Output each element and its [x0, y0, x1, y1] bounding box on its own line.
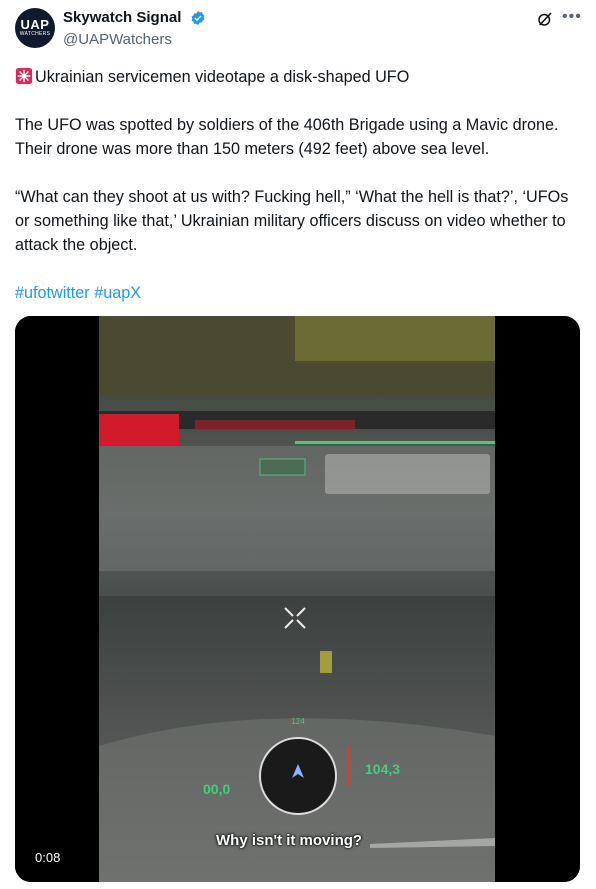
video-subtitle: Why isn't it moving?	[216, 832, 363, 849]
more-options-icon[interactable]: •••	[562, 8, 582, 26]
tweet-paragraph-2: “What can they shoot at us with? Fucking…	[15, 188, 569, 254]
display-name[interactable]: Skywatch Signal	[63, 9, 181, 26]
hashtag-ufotwitter[interactable]: #ufotwitter	[15, 284, 90, 302]
avatar[interactable]: UAP WATCHERS	[15, 8, 55, 48]
hashtags: #ufotwitter #uapX	[15, 281, 585, 305]
tweet-paragraph-1: The UFO was spotted by soldiers of the 4…	[15, 116, 559, 158]
avatar-text-sub: WATCHERS	[19, 31, 51, 37]
siren-emoji-icon	[15, 67, 33, 85]
hashtag-uapx[interactable]: #uapX	[94, 284, 141, 302]
tweet-title-line: Ukrainian servicemen videotape a disk-sh…	[15, 65, 585, 89]
handle[interactable]: @UAPWatchers	[63, 31, 172, 48]
video-timestamp: 0:08	[29, 848, 67, 867]
video-player[interactable]: 124 00,0 104,3	[15, 316, 580, 882]
grok-icon[interactable]	[536, 10, 554, 28]
hud-heading: 124	[291, 717, 305, 726]
hud-right-value: 104,3	[365, 761, 400, 777]
video-frame: 124 00,0 104,3	[15, 316, 580, 882]
tweet-text: Ukrainian servicemen videotape a disk-sh…	[15, 65, 585, 329]
avatar-text-main: UAP	[20, 17, 50, 32]
verified-badge-icon	[191, 11, 205, 25]
tweet-title: Ukrainian servicemen videotape a disk-sh…	[35, 68, 410, 86]
hud-left-value: 00,0	[203, 781, 230, 797]
